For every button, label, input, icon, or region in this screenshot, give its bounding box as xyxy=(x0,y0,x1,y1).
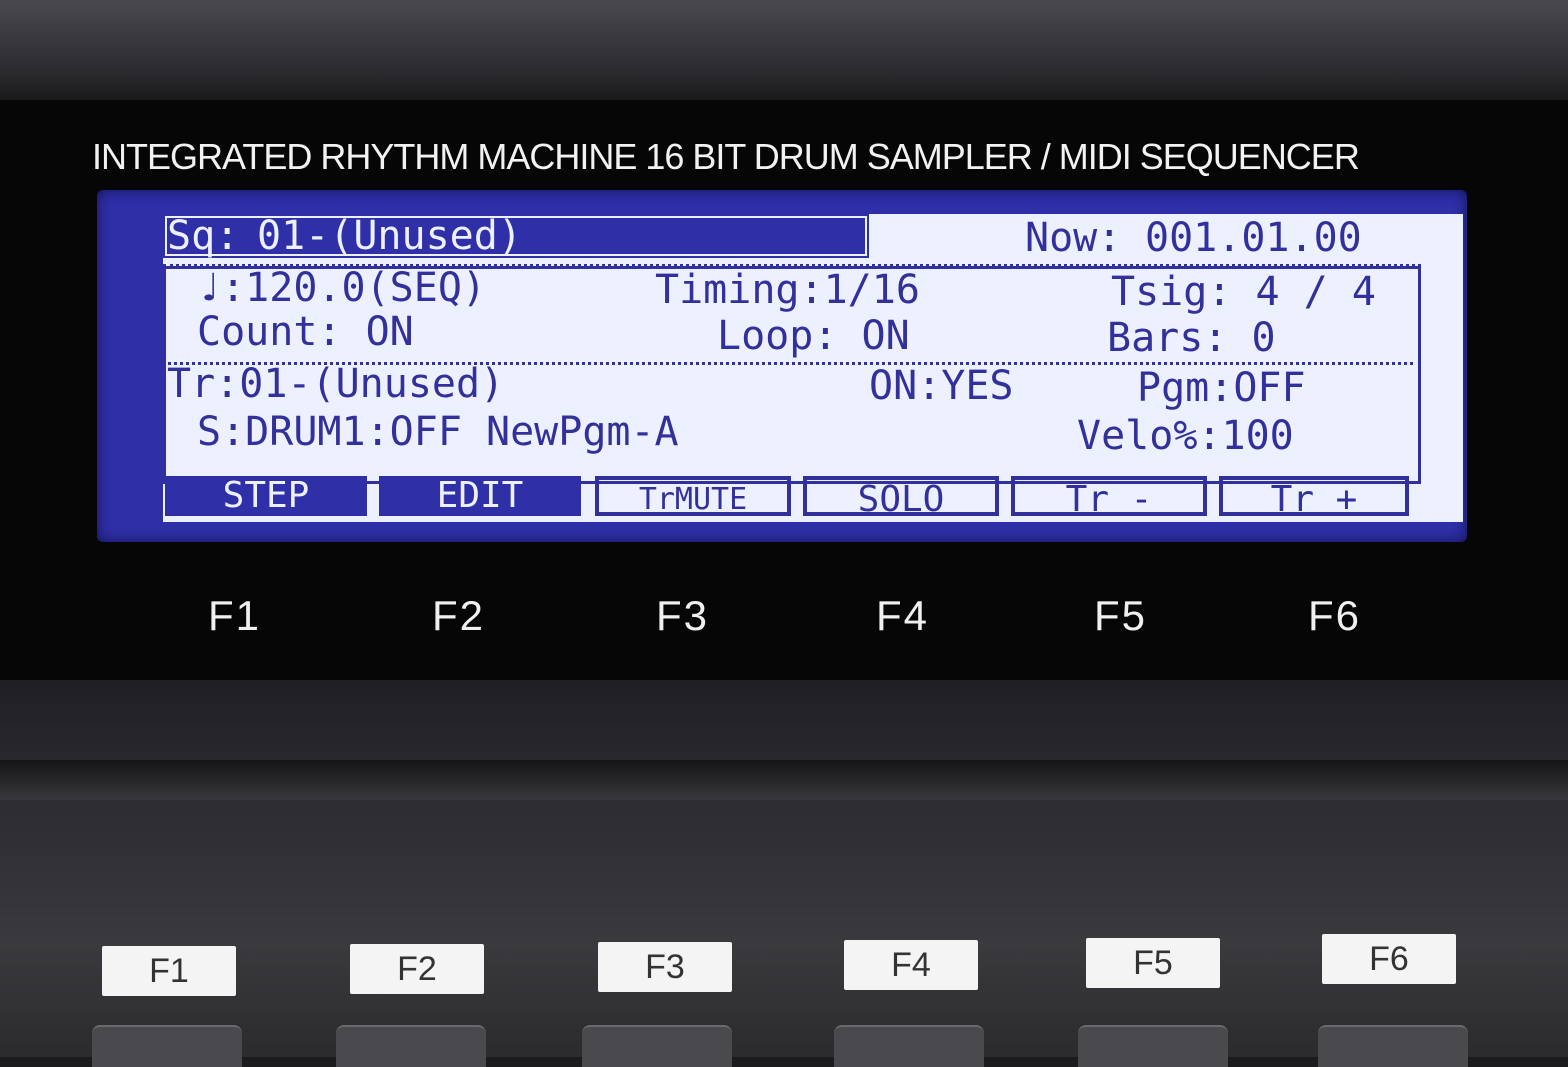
softkey-tr-minus[interactable]: Tr - xyxy=(1011,476,1207,520)
now-label: Now: xyxy=(1025,215,1122,261)
f4-label: F4 xyxy=(876,592,930,639)
f4-button-label: F4 xyxy=(844,940,978,990)
sequence-label: Sq: xyxy=(167,213,240,259)
f1-label: F1 xyxy=(208,592,262,639)
f1-button-label: F1 xyxy=(102,946,236,996)
f6-label: F6 xyxy=(1308,592,1362,639)
sequence-value[interactable]: 01-(Unused) xyxy=(257,214,522,258)
f6-button-label: F6 xyxy=(1322,934,1456,984)
softkey-solo[interactable]: SOLO xyxy=(803,476,999,520)
softkey-step[interactable]: STEP xyxy=(165,476,367,516)
track-on-field[interactable]: ON:YES xyxy=(869,364,1014,408)
f3-hardware-button[interactable] xyxy=(582,1025,732,1067)
velo-field[interactable]: Velo%:100 xyxy=(1077,414,1294,458)
f4-hardware-button[interactable] xyxy=(834,1025,984,1067)
pgm-field[interactable]: Pgm:OFF xyxy=(1137,366,1306,410)
f5-button-label: F5 xyxy=(1086,938,1220,988)
softkey-edit[interactable]: EDIT xyxy=(379,476,581,516)
bars-field[interactable]: Bars: 0 xyxy=(1107,316,1276,360)
tsig-field[interactable]: Tsig: 4 / 4 xyxy=(1111,270,1376,314)
f1-hardware-button[interactable] xyxy=(92,1025,242,1067)
track-field[interactable]: Tr:01-(Unused) xyxy=(167,362,504,406)
panel-ridge xyxy=(0,760,1568,800)
f6-hardware-button[interactable] xyxy=(1318,1025,1468,1067)
loop-field[interactable]: Loop: ON xyxy=(717,314,910,358)
f3-label: F3 xyxy=(656,592,710,639)
softkey-tr-plus[interactable]: Tr + xyxy=(1219,476,1409,520)
f3-button-label: F3 xyxy=(598,942,732,992)
timing-field[interactable]: Timing:1/16 xyxy=(655,268,920,312)
f2-hardware-button[interactable] xyxy=(336,1025,486,1067)
f5-hardware-button[interactable] xyxy=(1078,1025,1228,1067)
f5-label: F5 xyxy=(1094,592,1148,639)
now-value[interactable]: 001.01.00 xyxy=(1145,216,1362,260)
lcd-screen: Sq: 01-(Unused) Now: 001.01.00 ♩:120.0(S… xyxy=(97,190,1467,542)
count-field[interactable]: Count: ON xyxy=(197,310,414,354)
top-bezel xyxy=(0,0,1568,100)
lower-panel xyxy=(0,680,1568,1057)
softkey-trmute[interactable]: TrMUTE xyxy=(595,476,791,517)
tempo-field[interactable]: ♩:120.0(SEQ) xyxy=(197,266,486,310)
f2-label: F2 xyxy=(432,592,486,639)
lcd-display: Sq: 01-(Unused) Now: 001.01.00 ♩:120.0(S… xyxy=(163,214,1463,522)
sound-field[interactable]: S:DRUM1:OFF NewPgm-A xyxy=(197,410,679,454)
panel-header: INTEGRATED RHYTHM MACHINE 16 BIT DRUM SA… xyxy=(92,136,1360,177)
f2-button-label: F2 xyxy=(350,944,484,994)
